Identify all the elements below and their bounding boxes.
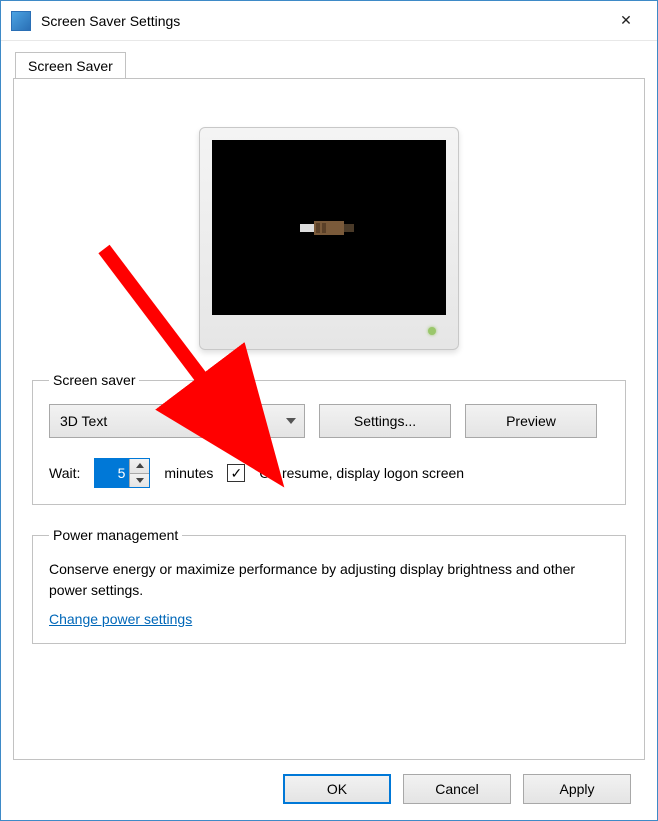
screensaver-group: Screen saver 3D Text Settings... Preview… <box>32 372 626 505</box>
tab-panel: Screen saver 3D Text Settings... Preview… <box>13 78 645 760</box>
resume-checkbox[interactable]: ✓ <box>227 464 245 482</box>
wait-input[interactable] <box>95 459 129 487</box>
screensaver-row1: 3D Text Settings... Preview <box>49 404 609 438</box>
checkmark-icon: ✓ <box>231 466 243 480</box>
monitor-screen <box>212 140 446 315</box>
change-power-settings-link[interactable]: Change power settings <box>49 611 192 627</box>
wait-spinbox[interactable] <box>94 458 150 488</box>
wait-spin-buttons <box>129 459 149 487</box>
power-legend: Power management <box>49 527 182 543</box>
power-management-group: Power management Conserve energy or maxi… <box>32 527 626 644</box>
tabstrip: Screen Saver <box>13 51 645 78</box>
dialog-buttons: OK Cancel Apply <box>13 760 645 820</box>
wait-spin-down[interactable] <box>130 474 149 488</box>
apply-button[interactable]: Apply <box>523 774 631 804</box>
close-button[interactable]: ✕ <box>603 3 649 39</box>
window-title: Screen Saver Settings <box>41 13 180 29</box>
settings-button[interactable]: Settings... <box>319 404 451 438</box>
arrow-down-icon <box>136 478 144 483</box>
screensaver-row2: Wait: minutes ✓ On resume, display logon… <box>49 458 609 488</box>
arrow-up-icon <box>136 463 144 468</box>
screensaver-select-value: 3D Text <box>60 413 107 429</box>
wait-spin-up[interactable] <box>130 459 149 474</box>
tab-screen-saver[interactable]: Screen Saver <box>15 52 126 79</box>
monitor-bezel <box>212 315 446 341</box>
screensaver-select[interactable]: 3D Text <box>49 404 305 438</box>
ok-button[interactable]: OK <box>283 774 391 804</box>
titlebar: Screen Saver Settings ✕ <box>1 1 657 41</box>
power-led-icon <box>428 327 436 335</box>
minutes-label: minutes <box>164 465 213 481</box>
close-icon: ✕ <box>620 12 632 29</box>
app-icon <box>11 11 31 31</box>
screensaver-3dtext-icon <box>300 219 358 237</box>
screensaver-preview-area <box>32 97 626 350</box>
dialog-content: Screen Saver <box>1 41 657 820</box>
chevron-down-icon <box>286 418 296 424</box>
cancel-button[interactable]: Cancel <box>403 774 511 804</box>
monitor-graphic <box>199 127 459 350</box>
wait-label: Wait: <box>49 465 80 481</box>
screensaver-settings-window: Screen Saver Settings ✕ Screen Saver <box>0 0 658 821</box>
preview-button[interactable]: Preview <box>465 404 597 438</box>
resume-label: On resume, display logon screen <box>259 465 464 481</box>
power-description: Conserve energy or maximize performance … <box>49 559 609 601</box>
screensaver-legend: Screen saver <box>49 372 139 388</box>
